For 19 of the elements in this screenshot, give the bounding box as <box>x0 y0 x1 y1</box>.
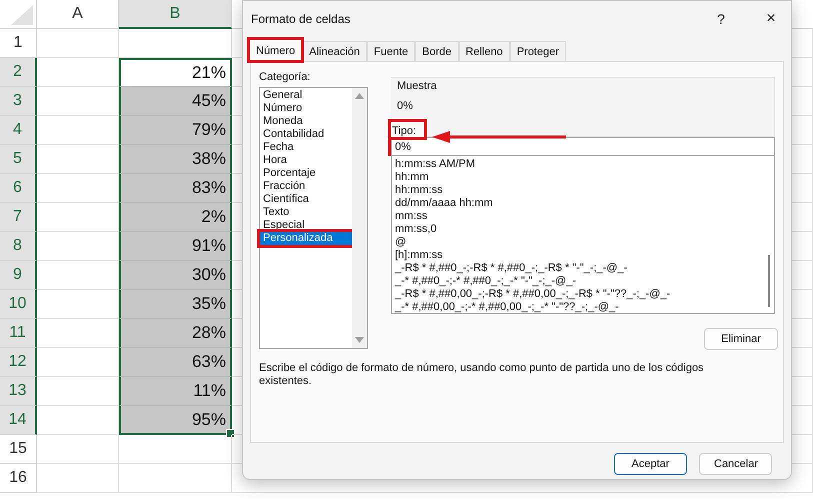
type-label: Tipo: <box>391 122 424 137</box>
cell-value: 79% <box>192 120 227 140</box>
description-text: Escribe el código de formato de número, usando como punto de partida uno de los códigos existentes. <box>259 362 705 388</box>
cell-value: 83% <box>192 178 227 198</box>
cell-value: 35% <box>192 294 227 314</box>
cell-value: 21% <box>192 63 227 83</box>
cell-value: 91% <box>192 236 227 256</box>
cell-value: 95% <box>192 410 227 430</box>
cell-value: 63% <box>192 352 227 372</box>
cell-value: 30% <box>192 265 227 285</box>
cell-value: 38% <box>192 149 227 169</box>
category-label: Categoría: <box>259 71 312 85</box>
cell-value: 11% <box>193 381 227 401</box>
cell-value: 2% <box>201 207 227 227</box>
sample-label: Muestra <box>397 80 438 92</box>
window-title: Formato de celdas <box>251 12 352 26</box>
cell-value: 45% <box>192 91 227 111</box>
cell-value: 28% <box>192 323 227 343</box>
sample-value: 0% <box>397 100 414 112</box>
